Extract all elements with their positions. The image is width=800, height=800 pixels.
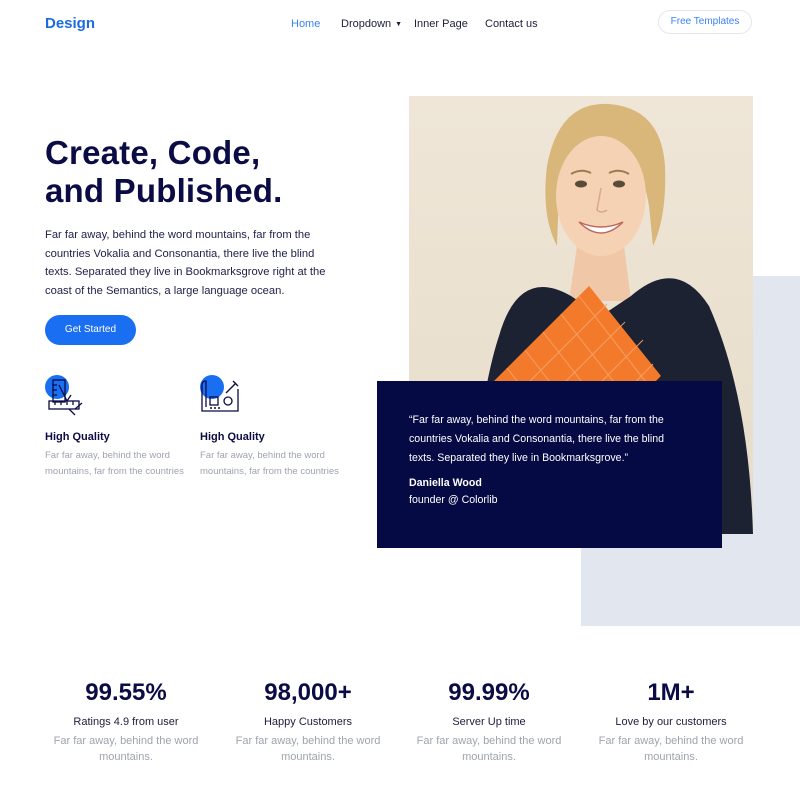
get-started-button[interactable]: Get Started bbox=[45, 315, 136, 345]
stat-text: Far far away, behind the word mountains. bbox=[235, 735, 381, 763]
hero-title-line-1: Create, Code, bbox=[45, 134, 261, 171]
stat-item: 99.99% Server Up time Far far away, behi… bbox=[399, 678, 579, 765]
stat-label: Happy Customers bbox=[263, 716, 353, 728]
stat-text: Far far away, behind the word mountains. bbox=[598, 735, 744, 763]
nav-contact-us[interactable]: Contact us bbox=[485, 18, 538, 30]
feature-text: Far far away, behind the word mountains,… bbox=[200, 450, 339, 477]
stat-item: 1M+ Love by our customers Far far away, … bbox=[581, 678, 761, 765]
feature-title: High Quality bbox=[45, 431, 110, 443]
stat-text: Far far away, behind the word mountains. bbox=[416, 735, 562, 763]
hero-title: Create, Code, and Published. bbox=[45, 134, 283, 210]
nav-inner-page[interactable]: Inner Page bbox=[414, 18, 468, 30]
stat-text: Far far away, behind the word mountains. bbox=[53, 735, 199, 763]
testimonial-quote: “Far far away, behind the word mountains… bbox=[409, 414, 665, 464]
stat-item: 99.55% Ratings 4.9 from user Far far awa… bbox=[36, 678, 216, 765]
blueprint-icon bbox=[200, 375, 244, 419]
stat-value: 99.55% bbox=[85, 679, 167, 706]
hero-paragraph: Far far away, behind the word mountains,… bbox=[45, 229, 326, 297]
hero-title-line-2: and Published. bbox=[45, 172, 283, 209]
free-templates-button[interactable]: Free Templates bbox=[658, 10, 752, 34]
feature-item: High Quality Far far away, behind the wo… bbox=[200, 375, 340, 480]
testimonial-role: founder @ Colorlib bbox=[409, 494, 498, 506]
feature-title: High Quality bbox=[200, 431, 265, 443]
stat-label: Ratings 4.9 from user bbox=[73, 716, 179, 728]
nav-dropdown[interactable]: Dropdown ▼ bbox=[341, 18, 402, 30]
testimonial-name: Daniella Wood bbox=[409, 477, 482, 489]
stat-label: Server Up time bbox=[452, 716, 526, 728]
nav-dropdown-label: Dropdown bbox=[341, 18, 392, 30]
stat-value: 99.99% bbox=[448, 679, 530, 706]
feature-item: High Quality Far far away, behind the wo… bbox=[45, 375, 185, 480]
stat-value: 98,000+ bbox=[264, 679, 352, 706]
chevron-down-icon: ▼ bbox=[395, 21, 403, 28]
stat-item: 98,000+ Happy Customers Far far away, be… bbox=[218, 678, 398, 765]
testimonial-card: “Far far away, behind the word mountains… bbox=[377, 381, 722, 548]
nav-home[interactable]: Home bbox=[291, 18, 320, 30]
feature-text: Far far away, behind the word mountains,… bbox=[45, 450, 184, 477]
stat-value: 1M+ bbox=[647, 679, 695, 706]
stat-label: Love by our customers bbox=[615, 716, 727, 728]
ruler-pencil-icon bbox=[45, 375, 89, 419]
